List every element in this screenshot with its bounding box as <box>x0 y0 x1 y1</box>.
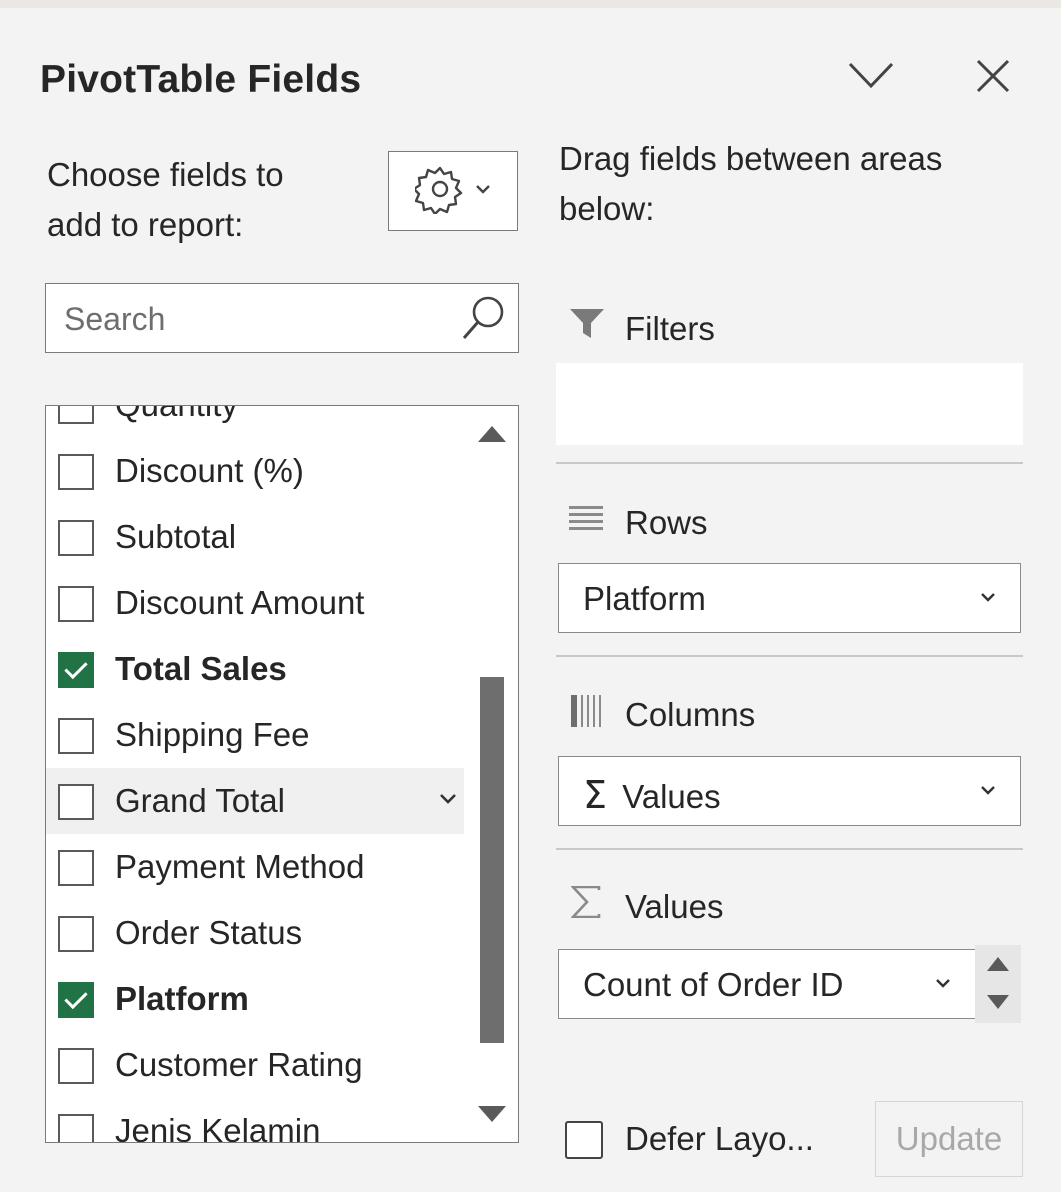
field-checkbox[interactable] <box>58 652 94 688</box>
gear-icon <box>412 164 465 219</box>
close-icon[interactable] <box>975 58 1011 94</box>
field-label: Order Status <box>115 914 303 951</box>
chevron-down-icon[interactable] <box>846 58 896 94</box>
top-strip <box>0 0 1061 8</box>
chevron-down-icon <box>980 783 996 801</box>
panel-title: PivotTable Fields <box>40 58 362 101</box>
columns-label: Columns <box>625 696 756 733</box>
area-divider <box>556 655 1023 657</box>
rows-item-label: Platform <box>583 580 706 617</box>
field-label: Jenis Kelamin <box>115 1112 321 1143</box>
field-label: Discount (%) <box>115 452 304 489</box>
scroll-down-arrow[interactable] <box>478 1106 506 1122</box>
field-label: Grand Total <box>115 782 285 819</box>
chevron-down-icon <box>980 590 996 608</box>
field-row[interactable]: Grand Total <box>46 768 464 834</box>
field-label: Platform <box>115 980 249 1017</box>
field-row[interactable]: Jenis Kelamin <box>46 1098 464 1143</box>
area-divider <box>556 462 1023 464</box>
field-checkbox[interactable] <box>58 850 94 886</box>
field-row[interactable]: Shipping Fee <box>46 702 464 768</box>
field-row[interactable]: Quantity <box>46 406 464 438</box>
field-row[interactable]: Payment Method <box>46 834 464 900</box>
search-icon[interactable] <box>460 294 508 349</box>
chevron-down-icon <box>475 182 491 200</box>
field-row[interactable]: Discount (%) <box>46 438 464 504</box>
field-row[interactable]: Customer Rating <box>46 1032 464 1098</box>
field-row[interactable]: Order Status <box>46 900 464 966</box>
field-checkbox[interactable] <box>58 1048 94 1084</box>
field-list: Quantity Discount (%) Subtotal Discount Amo… <box>45 405 519 1143</box>
field-label: Total Sales <box>115 650 287 687</box>
field-checkbox[interactable] <box>58 718 94 754</box>
field-row[interactable]: Platform <box>46 966 464 1032</box>
values-label: Values <box>625 888 724 925</box>
filters-label: Filters <box>625 310 715 347</box>
values-item-label: Count of Order ID <box>583 966 844 1003</box>
field-checkbox[interactable] <box>58 520 94 556</box>
move-down-arrow[interactable] <box>987 995 1009 1009</box>
field-checkbox[interactable] <box>58 454 94 490</box>
area-divider <box>556 848 1023 850</box>
values-order-spinner[interactable] <box>975 945 1021 1023</box>
field-label: Subtotal <box>115 518 237 555</box>
sigma-icon <box>570 885 601 923</box>
filter-icon <box>569 308 605 345</box>
values-item-count-of-order-id[interactable]: Count of Order ID <box>558 949 978 1019</box>
move-up-arrow[interactable] <box>987 957 1009 971</box>
field-label: Shipping Fee <box>115 716 310 753</box>
scroll-thumb[interactable] <box>480 677 504 1043</box>
defer-layout-checkbox[interactable] <box>565 1121 603 1159</box>
field-row[interactable]: Discount Amount <box>46 570 464 636</box>
update-button: Update <box>875 1101 1023 1177</box>
field-label: Discount Amount <box>115 584 365 621</box>
field-checkbox[interactable] <box>58 916 94 952</box>
rows-item-platform[interactable]: Platform <box>558 563 1021 633</box>
chevron-down-icon[interactable] <box>438 792 458 811</box>
choose-fields-text: Choose fields to add to report: <box>47 156 284 243</box>
tools-button[interactable] <box>388 151 518 231</box>
filters-drop-area[interactable] <box>556 363 1023 445</box>
chevron-down-icon <box>935 976 951 994</box>
sigma-icon: Σ <box>583 773 608 817</box>
rows-icon <box>569 506 603 535</box>
field-row[interactable]: Subtotal <box>46 504 464 570</box>
columns-icon <box>571 695 601 732</box>
drag-fields-text: Drag fields between areas below: <box>559 140 943 227</box>
field-checkbox[interactable] <box>58 784 94 820</box>
field-label: Customer Rating <box>115 1046 363 1083</box>
field-checkbox[interactable] <box>58 982 94 1018</box>
columns-item-label: Values <box>622 778 721 815</box>
rows-label: Rows <box>625 504 708 541</box>
field-row[interactable]: Total Sales <box>46 636 464 702</box>
field-checkbox[interactable] <box>58 1114 94 1142</box>
scroll-up-arrow[interactable] <box>478 426 506 442</box>
field-checkbox[interactable] <box>58 406 94 424</box>
field-list-scrollbar[interactable] <box>466 406 518 1142</box>
field-checkbox[interactable] <box>58 586 94 622</box>
search-input[interactable] <box>62 294 446 344</box>
defer-layout-label: Defer Layo... <box>625 1120 814 1157</box>
columns-item-values[interactable]: Σ Values <box>558 756 1021 826</box>
search-box <box>45 283 519 353</box>
field-label: Payment Method <box>115 848 365 885</box>
field-label: Quantity <box>115 406 238 424</box>
